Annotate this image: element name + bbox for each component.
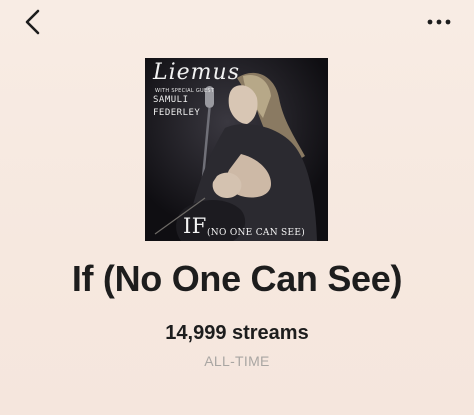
song-stats-screen: Liemus WITH SPECIAL GUEST SAMULI FEDERLE… [0,0,474,415]
more-options-button[interactable] [422,10,456,34]
stream-count: 14,999 streams [165,322,309,344]
cover-special-guest-caption: WITH SPECIAL GUEST [155,88,215,94]
cover-guest-last-name: FEDERLEY [153,108,201,118]
more-horizontal-icon [427,19,451,25]
cover-title-sub: (NO ONE CAN SEE) [207,228,306,238]
cover-title-main: IF [183,214,207,238]
song-title: If (No One Can See) [71,258,403,299]
back-button[interactable] [18,6,52,40]
stream-period-label: ALL-TIME [204,353,270,369]
cover-guest-first-name: SAMULI [153,95,189,105]
album-cover: Liemus WITH SPECIAL GUEST SAMULI FEDERLE… [145,58,328,241]
album-cover-artwork [145,58,328,241]
chevron-left-icon [25,9,40,35]
cover-artist-name: Liemus [153,60,240,85]
